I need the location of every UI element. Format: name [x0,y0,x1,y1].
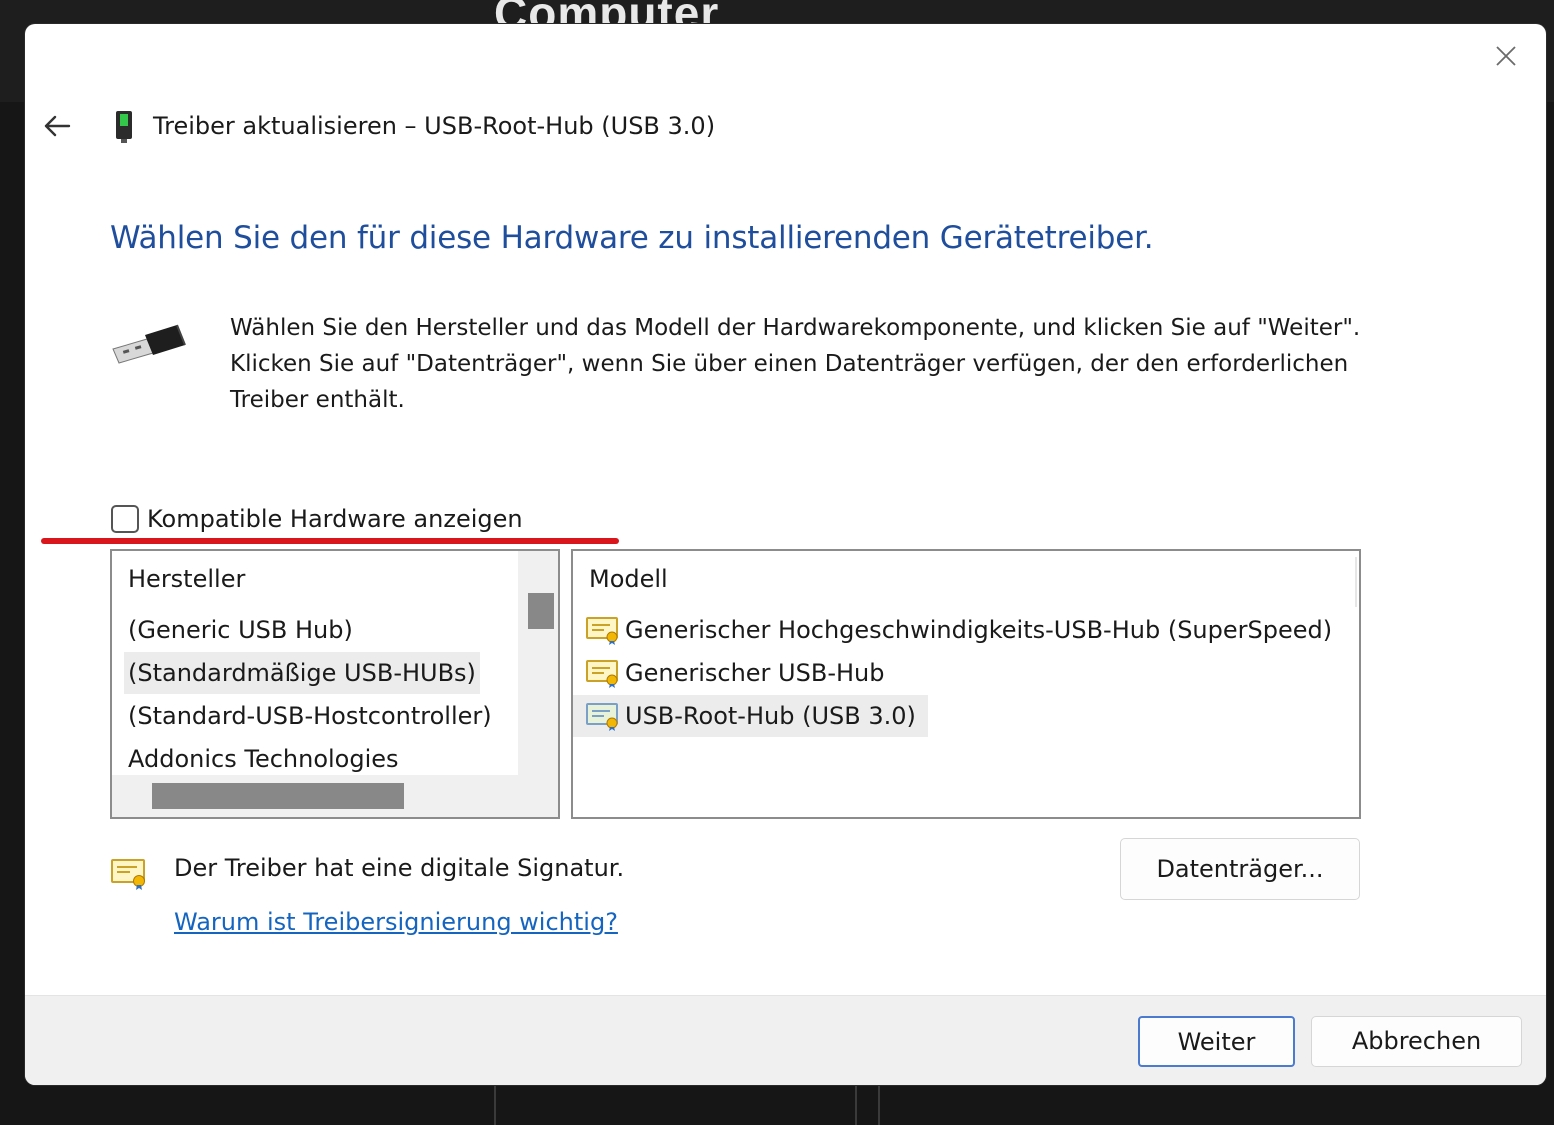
highlight-underline [41,538,619,544]
background-divider [878,1086,880,1125]
instructions-text: Wählen Sie den Hersteller und das Modell… [230,315,1361,413]
next-button[interactable]: Weiter [1138,1016,1295,1067]
manufacturer-item[interactable]: (Generic USB Hub) [124,609,357,651]
manufacturer-list-header: Hersteller [128,565,246,593]
dialog-title: Treiber aktualisieren – USB-Root-Hub (US… [153,112,716,140]
vertical-scrollbar[interactable] [518,551,558,777]
signed-driver-icon [111,859,145,890]
model-item[interactable]: Generischer Hochgeschwindigkeits-USB-Hub… [573,609,1336,651]
model-item-selected[interactable]: USB-Root-Hub (USB 3.0) [573,695,928,737]
driver-signing-info-link[interactable]: Warum ist Treibersignierung wichtig? [174,908,618,936]
page-heading: Wählen Sie den für diese Hardware zu ins… [110,220,1154,256]
model-item-label: Generischer USB-Hub [625,659,885,687]
manufacturer-item[interactable]: Addonics Technologies [124,738,403,780]
cancel-button[interactable]: Abbrechen [1311,1016,1522,1067]
model-item-label: Generischer Hochgeschwindigkeits-USB-Hub… [625,616,1333,644]
background-divider [855,1086,857,1125]
model-item[interactable]: Generischer USB-Hub [573,652,888,694]
manufacturer-item-selected[interactable]: (Standardmäßige USB-HUBs) [124,652,480,694]
certificate-icon [586,703,618,731]
certificate-icon [586,660,618,688]
scrollbar-thumb[interactable] [152,783,404,809]
signature-status-text: Der Treiber hat eine digitale Signatur. [174,854,625,882]
horizontal-scrollbar[interactable] [112,775,558,817]
model-item-label: USB-Root-Hub (USB 3.0) [625,702,916,730]
manufacturer-item[interactable]: (Standard-USB-Hostcontroller) [124,695,496,737]
update-driver-dialog: Treiber aktualisieren – USB-Root-Hub (US… [25,24,1546,1085]
close-icon [1496,46,1516,66]
usb-device-icon [116,111,132,143]
compatible-hardware-checkbox[interactable] [111,505,139,533]
compatible-hardware-row[interactable]: Kompatible Hardware anzeigen [111,502,523,536]
manufacturer-list[interactable]: Hersteller (Generic USB Hub) (Standardmä… [110,549,560,819]
compatible-hardware-label[interactable]: Kompatible Hardware anzeigen [147,505,523,533]
close-button[interactable] [1492,42,1520,70]
have-disk-button[interactable]: Datenträger... [1120,838,1360,900]
model-list[interactable]: Modell Generischer Hochgeschwindigkeits-… [571,549,1361,819]
usb-plug-icon [112,324,186,364]
back-button[interactable] [41,110,73,142]
certificate-icon [586,617,618,645]
background-divider [494,1086,496,1125]
arrow-left-icon [44,115,71,137]
scrollbar-thumb[interactable] [528,593,554,629]
model-list-header: Modell [589,565,668,593]
dialog-footer: Weiter Abbrechen [25,995,1546,1085]
column-divider [1355,557,1357,607]
